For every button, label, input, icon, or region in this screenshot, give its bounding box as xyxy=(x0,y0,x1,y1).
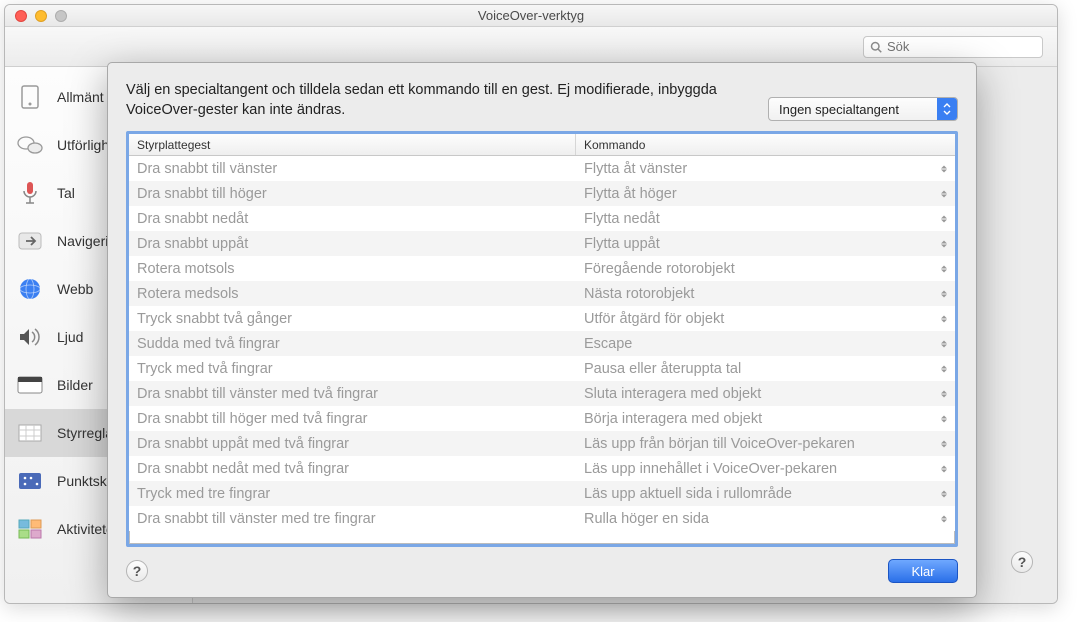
chevron-updown-icon xyxy=(941,240,947,247)
table-row[interactable]: Dra snabbt uppåtFlytta uppåt xyxy=(129,231,955,256)
gesture-cell: Dra snabbt till vänster xyxy=(129,161,576,177)
window-title: VoiceOver-verktyg xyxy=(5,8,1057,23)
gesture-cell: Dra snabbt till höger xyxy=(129,186,576,202)
chevron-updown-icon xyxy=(941,390,947,397)
gesture-commands-sheet: Välj en specialtangent och tilldela seda… xyxy=(107,62,977,598)
braille-icon xyxy=(15,468,45,494)
activities-icon xyxy=(15,516,45,542)
table-body: Dra snabbt till vänsterFlytta åt vänster… xyxy=(129,156,955,544)
gesture-cell: Dra snabbt nedåt xyxy=(129,211,576,227)
done-button[interactable]: Klar xyxy=(888,559,958,583)
command-cell[interactable]: Flytta åt vänster xyxy=(576,161,955,177)
gesture-cell: Dra snabbt till vänster med tre fingrar xyxy=(129,511,576,527)
table-row[interactable]: Dra snabbt nedåtFlytta nedåt xyxy=(129,206,955,231)
gesture-cell: Dra snabbt till höger med två fingrar xyxy=(129,411,576,427)
modifier-key-value: Ingen specialtangent xyxy=(779,102,899,117)
chevron-updown-icon xyxy=(937,98,957,120)
chevron-updown-icon xyxy=(941,515,947,522)
chevron-updown-icon xyxy=(941,315,947,322)
toolbar xyxy=(5,27,1057,67)
chevron-updown-icon xyxy=(941,290,947,297)
search-icon xyxy=(870,41,882,53)
chevron-updown-icon xyxy=(941,415,947,422)
chevron-updown-icon xyxy=(941,340,947,347)
table-row[interactable]: Rotera medsolsNästa rotorobjekt xyxy=(129,281,955,306)
gesture-cell: Dra snabbt till vänster med två fingrar xyxy=(129,386,576,402)
command-cell[interactable]: Utför åtgärd för objekt xyxy=(576,311,955,327)
gesture-cell: Dra snabbt uppåt med två fingrar xyxy=(129,436,576,452)
command-cell[interactable]: Flytta åt höger xyxy=(576,186,955,202)
sidebar-item-label: Allmänt xyxy=(57,89,104,105)
gesture-cell: Rotera motsols xyxy=(129,261,576,277)
command-cell[interactable]: Rulla höger en sida xyxy=(576,511,955,527)
help-button-sheet[interactable]: ? xyxy=(126,560,148,582)
chevron-updown-icon xyxy=(941,365,947,372)
command-cell[interactable]: Föregående rotorobjekt xyxy=(576,261,955,277)
table-row[interactable]: Dra snabbt till vänsterFlytta åt vänster xyxy=(129,156,955,181)
sidebar-item-label: Ljud xyxy=(57,329,83,345)
table-row[interactable]: Dra snabbt till högerFlytta åt höger xyxy=(129,181,955,206)
speaker-icon xyxy=(15,324,45,350)
column-header-gesture[interactable]: Styrplattegest xyxy=(129,134,576,155)
table-row[interactable]: Dra snabbt nedåt med två fingrarLäs upp … xyxy=(129,456,955,481)
command-cell[interactable]: Nästa rotorobjekt xyxy=(576,286,955,302)
gesture-cell: Tryck med två fingrar xyxy=(129,361,576,377)
command-cell[interactable]: Sluta interagera med objekt xyxy=(576,386,955,402)
gesture-cell: Tryck med tre fingrar xyxy=(129,486,576,502)
table-row[interactable]: Tryck med tre fingrarLäs upp aktuell sid… xyxy=(129,481,955,506)
column-header-command[interactable]: Kommando xyxy=(576,134,955,155)
microphone-icon xyxy=(15,180,45,206)
search-field[interactable] xyxy=(863,36,1043,58)
general-icon xyxy=(15,84,45,110)
table-row[interactable]: Dra snabbt till vänster med två fingrarS… xyxy=(129,381,955,406)
grid-icon xyxy=(15,420,45,446)
chevron-updown-icon xyxy=(941,490,947,497)
gesture-cell: Rotera medsols xyxy=(129,286,576,302)
table-row[interactable]: Tryck med två fingrarPausa eller återupp… xyxy=(129,356,955,381)
titlebar: VoiceOver-verktyg xyxy=(5,5,1057,27)
gesture-table: Styrplattegest Kommando Dra snabbt till … xyxy=(126,131,958,547)
gesture-cell: Dra snabbt nedåt med två fingrar xyxy=(129,461,576,477)
command-cell[interactable]: Pausa eller återuppta tal xyxy=(576,361,955,377)
instruction-text: Välj en specialtangent och tilldela seda… xyxy=(126,81,750,120)
gesture-cell: Sudda med två fingrar xyxy=(129,336,576,352)
gesture-cell: Dra snabbt uppåt xyxy=(129,236,576,252)
chevron-updown-icon xyxy=(941,440,947,447)
sidebar-item-label: Tal xyxy=(57,185,75,201)
table-row[interactable]: Tryck snabbt två gångerUtför åtgärd för … xyxy=(129,306,955,331)
chevron-updown-icon xyxy=(941,165,947,172)
chevron-updown-icon xyxy=(941,215,947,222)
command-cell[interactable]: Escape xyxy=(576,336,955,352)
table-row[interactable]: Dra snabbt till höger med två fingrarBör… xyxy=(129,406,955,431)
modifier-key-popup[interactable]: Ingen specialtangent xyxy=(768,97,958,121)
command-cell[interactable]: Läs upp från början till VoiceOver-pekar… xyxy=(576,436,955,452)
gesture-cell: Tryck snabbt två gånger xyxy=(129,311,576,327)
arrow-right-box-icon xyxy=(15,228,45,254)
command-cell[interactable]: Läs upp aktuell sida i rullområde xyxy=(576,486,955,502)
globe-icon xyxy=(15,276,45,302)
table-row[interactable]: Dra snabbt uppåt med två fingrarLäs upp … xyxy=(129,431,955,456)
table-row[interactable]: Rotera motsolsFöregående rotorobjekt xyxy=(129,256,955,281)
table-header: Styrplattegest Kommando xyxy=(129,134,955,156)
speech-bubbles-icon xyxy=(15,132,45,158)
command-cell[interactable]: Flytta uppåt xyxy=(576,236,955,252)
chevron-updown-icon xyxy=(941,190,947,197)
sidebar-item-label: Webb xyxy=(57,281,93,297)
window-icon xyxy=(15,372,45,398)
command-cell[interactable]: Börja interagera med objekt xyxy=(576,411,955,427)
command-cell[interactable]: Flytta nedåt xyxy=(576,211,955,227)
table-row[interactable]: Sudda med två fingrarEscape xyxy=(129,331,955,356)
table-row[interactable]: Dra snabbt till vänster med tre fingrarR… xyxy=(129,506,955,531)
sidebar-item-label: Bilder xyxy=(57,377,93,393)
search-input[interactable] xyxy=(887,39,1036,54)
chevron-updown-icon xyxy=(941,265,947,272)
help-button-main[interactable]: ? xyxy=(1011,551,1033,573)
chevron-updown-icon xyxy=(941,465,947,472)
command-cell[interactable]: Läs upp innehållet i VoiceOver-pekaren xyxy=(576,461,955,477)
